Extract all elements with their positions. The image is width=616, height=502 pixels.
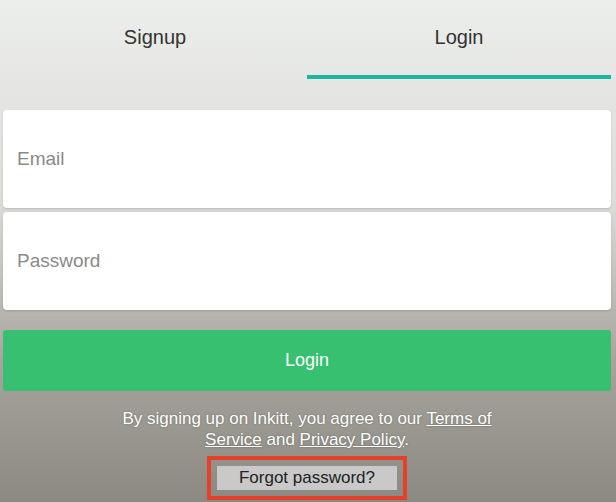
- login-button[interactable]: Login: [3, 330, 611, 391]
- forgot-password-button[interactable]: Forgot password?: [207, 456, 407, 500]
- email-field[interactable]: [3, 110, 611, 208]
- password-field[interactable]: [3, 212, 611, 310]
- tab[interactable]: Login: [307, 0, 611, 79]
- forgot-row: Forgot password?: [3, 456, 611, 500]
- legal-text: By signing up on Inkitt, you agree to ou…: [107, 408, 507, 450]
- login-page: SignupLoginLoginBy signing up on Inkitt,…: [0, 0, 616, 502]
- tab-bar: SignupLogin: [3, 0, 611, 79]
- forgot-password-label: Forgot password?: [217, 466, 397, 490]
- form-fields: [3, 110, 611, 310]
- tab[interactable]: Signup: [3, 0, 307, 79]
- privacy-link[interactable]: Privacy Policy: [300, 430, 405, 449]
